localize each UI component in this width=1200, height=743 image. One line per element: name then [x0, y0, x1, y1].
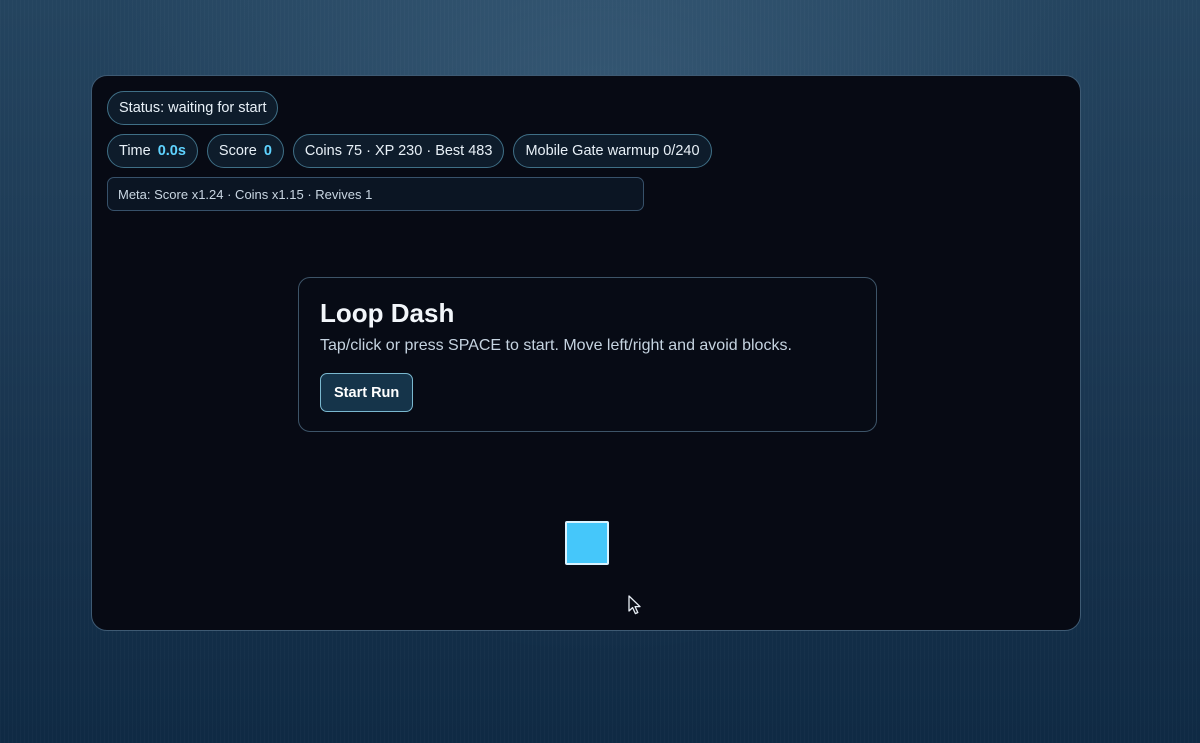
- time-label: Time: [119, 143, 151, 159]
- hud-status-row: Status: waiting for start: [107, 91, 279, 125]
- start-run-button[interactable]: Start Run: [320, 373, 414, 412]
- time-value: 0.0s: [157, 143, 186, 159]
- status-text: Status: waiting for start: [119, 100, 267, 116]
- score-label: Score: [218, 143, 257, 159]
- game-instructions: Tap/click or press SPACE to start. Move …: [320, 337, 792, 354]
- meta-text: Meta: Score x1.24 · Coins x1.15 · Revive…: [118, 186, 373, 202]
- game-title: Loop Dash: [320, 298, 455, 328]
- mobile-gate-badge: Mobile Gate warmup 0/240: [513, 134, 712, 168]
- score-value: 0: [263, 143, 272, 159]
- hud-stats-row: Time 0.0s Score 0 Coins 75 · XP 230 · Be…: [107, 134, 712, 168]
- start-overlay: Loop Dash Tap/click or press SPACE to st…: [298, 277, 877, 615]
- time-badge: Time 0.0s: [107, 134, 198, 168]
- mouse-pointer-icon: [628, 595, 641, 615]
- meta-bar: Meta: Score x1.24 · Coins x1.15 · Revive…: [107, 177, 644, 211]
- game-canvas[interactable]: Status: waiting for start Time 0.0s Scor…: [91, 75, 1081, 631]
- progress-text: Coins 75 · XP 230 · Best 483: [304, 143, 493, 159]
- status-badge: Status: waiting for start: [107, 91, 279, 125]
- score-badge: Score 0: [206, 134, 284, 168]
- progress-badge: Coins 75 · XP 230 · Best 483: [292, 134, 505, 168]
- player-block: [565, 521, 609, 565]
- mobile-gate-text: Mobile Gate warmup 0/240: [525, 143, 700, 159]
